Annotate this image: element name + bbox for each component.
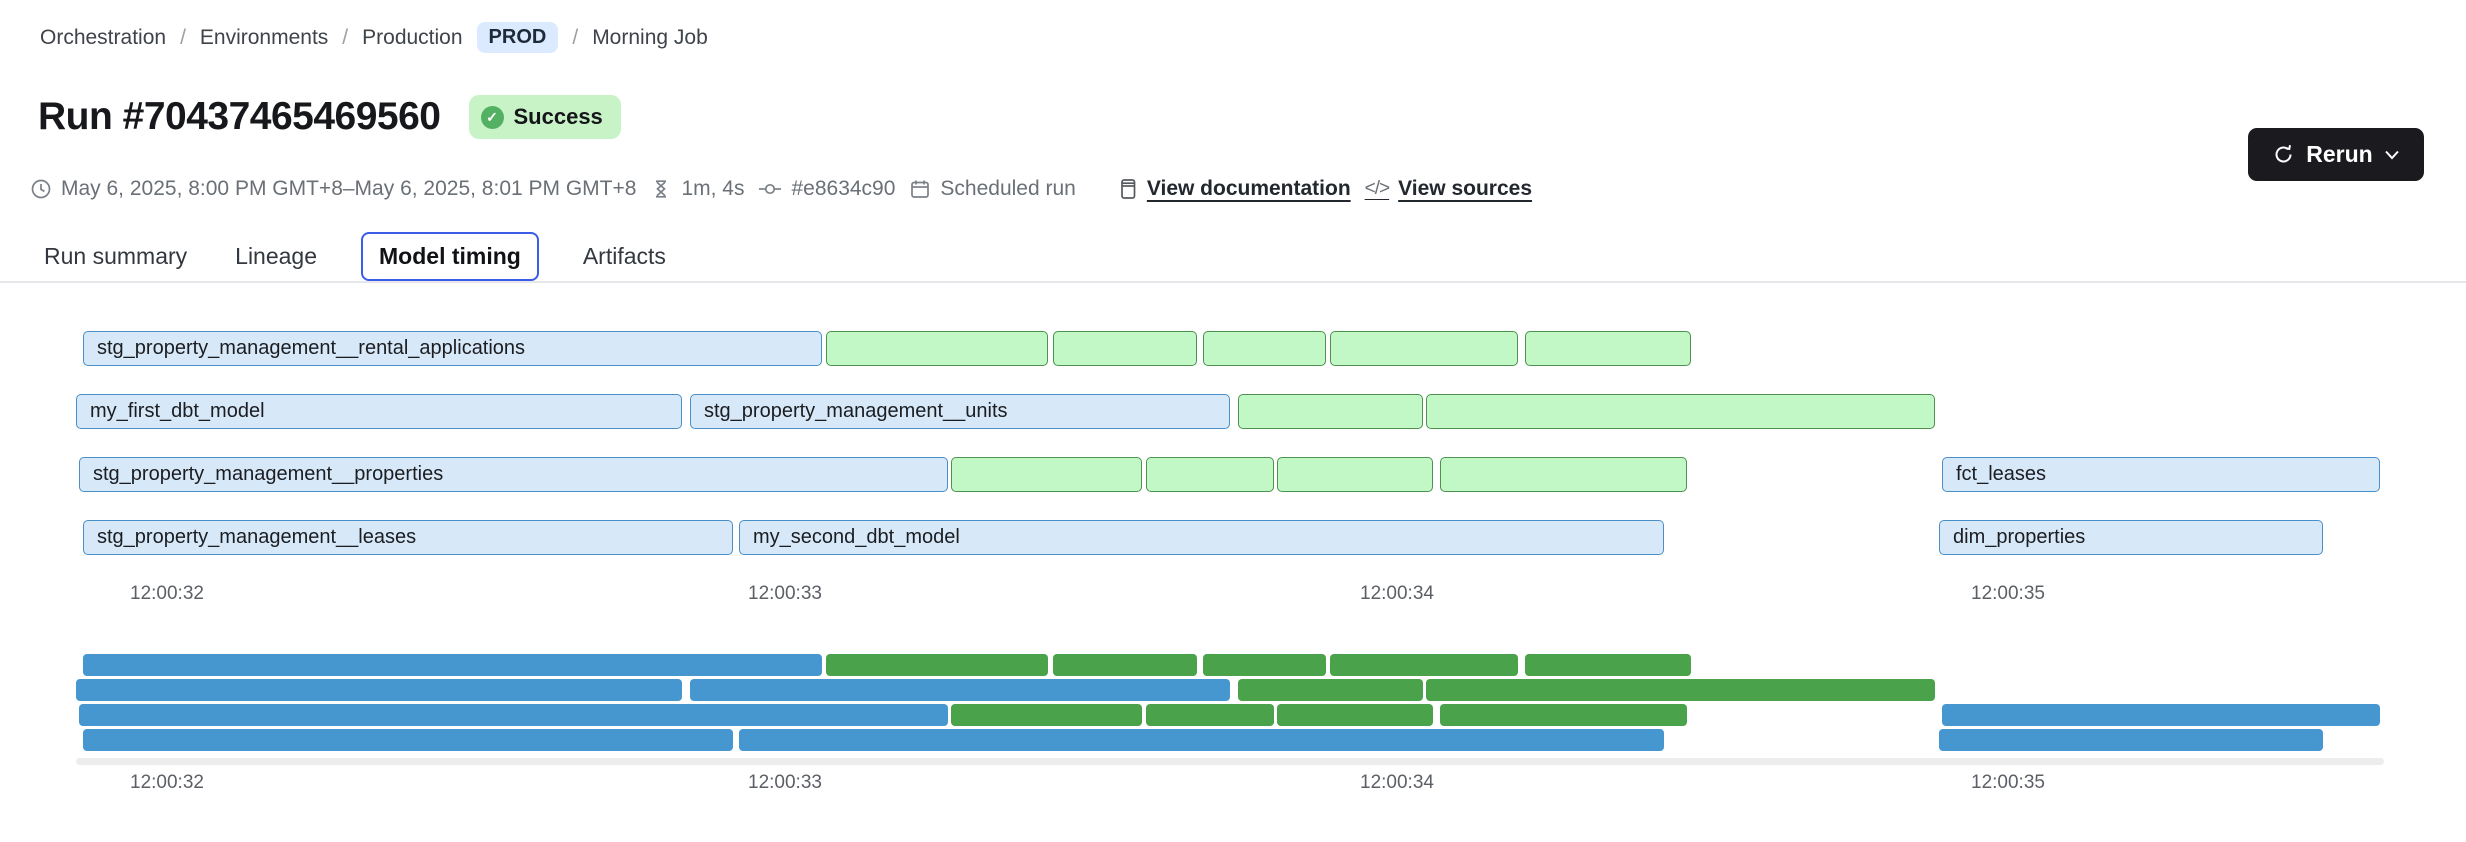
trigger-type: Scheduled run bbox=[909, 177, 1075, 201]
breadcrumb-item-morning-job[interactable]: Morning Job bbox=[592, 26, 708, 50]
minimap-bar[interactable] bbox=[951, 704, 1142, 726]
gantt-bar[interactable]: stg_property_management__rental_applicat… bbox=[83, 331, 822, 366]
page-title: Run #70437465469560 bbox=[38, 95, 441, 139]
axis-tick-label: 12:00:32 bbox=[130, 772, 204, 794]
gantt-bar[interactable] bbox=[826, 331, 1048, 366]
gantt-bar[interactable]: dim_properties bbox=[1939, 520, 2323, 555]
breadcrumb-item-orchestration[interactable]: Orchestration bbox=[40, 26, 166, 50]
breadcrumb-item-environments[interactable]: Environments bbox=[200, 26, 328, 50]
documentation-icon bbox=[1118, 177, 1138, 201]
minimap-bar[interactable] bbox=[1525, 654, 1691, 676]
minimap-bar[interactable] bbox=[1440, 704, 1687, 726]
environment-badge: PROD bbox=[477, 22, 559, 53]
axis-tick-label: 12:00:33 bbox=[748, 583, 822, 605]
axis-tick-label: 12:00:35 bbox=[1971, 583, 2045, 605]
status-badge-label: Success bbox=[514, 104, 603, 130]
tabs-divider bbox=[0, 281, 2466, 283]
breadcrumb-item-production[interactable]: Production bbox=[362, 26, 462, 50]
clock-icon bbox=[30, 178, 52, 200]
minimap-bar[interactable] bbox=[1939, 729, 2323, 751]
gantt-bar[interactable] bbox=[1146, 457, 1274, 492]
gantt-bar[interactable] bbox=[1277, 457, 1433, 492]
view-sources-link[interactable]: </> View sources bbox=[1365, 177, 1532, 201]
gantt-bar[interactable] bbox=[1053, 331, 1197, 366]
view-documentation-link[interactable]: View documentation bbox=[1118, 177, 1351, 201]
breadcrumb: Orchestration / Environments / Production PRO… bbox=[40, 22, 708, 53]
minimap-bar[interactable] bbox=[1238, 679, 1423, 701]
gantt-bar[interactable] bbox=[1525, 331, 1691, 366]
duration: 1m, 4s bbox=[650, 177, 744, 201]
minimap-bar[interactable] bbox=[1053, 654, 1197, 676]
rerun-button[interactable]: Rerun bbox=[2248, 128, 2424, 181]
gantt-bar[interactable] bbox=[1203, 331, 1326, 366]
tab-model-timing[interactable]: Model timing bbox=[361, 232, 539, 281]
minimap-bar[interactable] bbox=[1330, 654, 1518, 676]
minimap-bar[interactable] bbox=[79, 704, 948, 726]
axis-tick-label: 12:00:33 bbox=[748, 772, 822, 794]
minimap-bar[interactable] bbox=[739, 729, 1664, 751]
gantt-bar[interactable] bbox=[1440, 457, 1687, 492]
minimap-bar[interactable] bbox=[76, 679, 682, 701]
code-icon: </> bbox=[1365, 178, 1389, 200]
gantt-bar[interactable]: stg_property_management__leases bbox=[83, 520, 733, 555]
time-range: May 6, 2025, 8:00 PM GMT+8–May 6, 2025, … bbox=[30, 177, 636, 201]
page: Orchestration / Environments / Production PRO… bbox=[0, 0, 2466, 842]
run-meta-row: May 6, 2025, 8:00 PM GMT+8–May 6, 2025, … bbox=[30, 172, 1532, 206]
gantt-bar[interactable]: stg_property_management__properties bbox=[79, 457, 948, 492]
minimap-bar[interactable] bbox=[83, 654, 822, 676]
breadcrumb-separator: / bbox=[342, 26, 348, 50]
tab-run-summary[interactable]: Run summary bbox=[40, 232, 191, 281]
calendar-icon bbox=[909, 178, 931, 200]
gantt-bar[interactable] bbox=[1238, 394, 1423, 429]
minimap-bar[interactable] bbox=[1277, 704, 1433, 726]
minimap-bar[interactable] bbox=[826, 654, 1048, 676]
rerun-button-label: Rerun bbox=[2306, 141, 2372, 168]
chevron-down-icon bbox=[2384, 149, 2400, 161]
minimap-bar[interactable] bbox=[1203, 654, 1326, 676]
hourglass-icon bbox=[650, 178, 672, 200]
status-badge: ✓ Success bbox=[469, 95, 621, 139]
axis-tick-label: 12:00:32 bbox=[130, 583, 204, 605]
gantt-bar[interactable] bbox=[1330, 331, 1518, 366]
tab-bar: Run summary Lineage Model timing Artifacts bbox=[40, 232, 670, 281]
axis-tick-label: 12:00:34 bbox=[1360, 772, 1434, 794]
breadcrumb-separator: / bbox=[572, 26, 578, 50]
axis-tick-label: 12:00:34 bbox=[1360, 583, 1434, 605]
gantt-bar[interactable]: my_second_dbt_model bbox=[739, 520, 1664, 555]
gantt-bar[interactable] bbox=[951, 457, 1142, 492]
commit-icon bbox=[758, 178, 782, 200]
minimap-bar[interactable] bbox=[690, 679, 1230, 701]
gantt-bar[interactable]: stg_property_management__units bbox=[690, 394, 1230, 429]
minimap-bar[interactable] bbox=[1942, 704, 2380, 726]
breadcrumb-separator: / bbox=[180, 26, 186, 50]
minimap-bar[interactable] bbox=[83, 729, 733, 751]
tab-lineage[interactable]: Lineage bbox=[231, 232, 321, 281]
minimap-bar[interactable] bbox=[1146, 704, 1274, 726]
refresh-icon bbox=[2272, 143, 2295, 166]
title-row: Run #70437465469560 ✓ Success bbox=[38, 95, 621, 139]
gantt-bar[interactable] bbox=[1426, 394, 1935, 429]
minimap-bar[interactable] bbox=[1426, 679, 1935, 701]
check-icon: ✓ bbox=[481, 106, 504, 129]
gantt-bar[interactable]: my_first_dbt_model bbox=[76, 394, 682, 429]
gantt-bar[interactable]: fct_leases bbox=[1942, 457, 2380, 492]
tab-artifacts[interactable]: Artifacts bbox=[579, 232, 670, 281]
minimap-track bbox=[76, 758, 2384, 765]
commit-hash: #e8634c90 bbox=[758, 177, 895, 201]
axis-tick-label: 12:00:35 bbox=[1971, 772, 2045, 794]
